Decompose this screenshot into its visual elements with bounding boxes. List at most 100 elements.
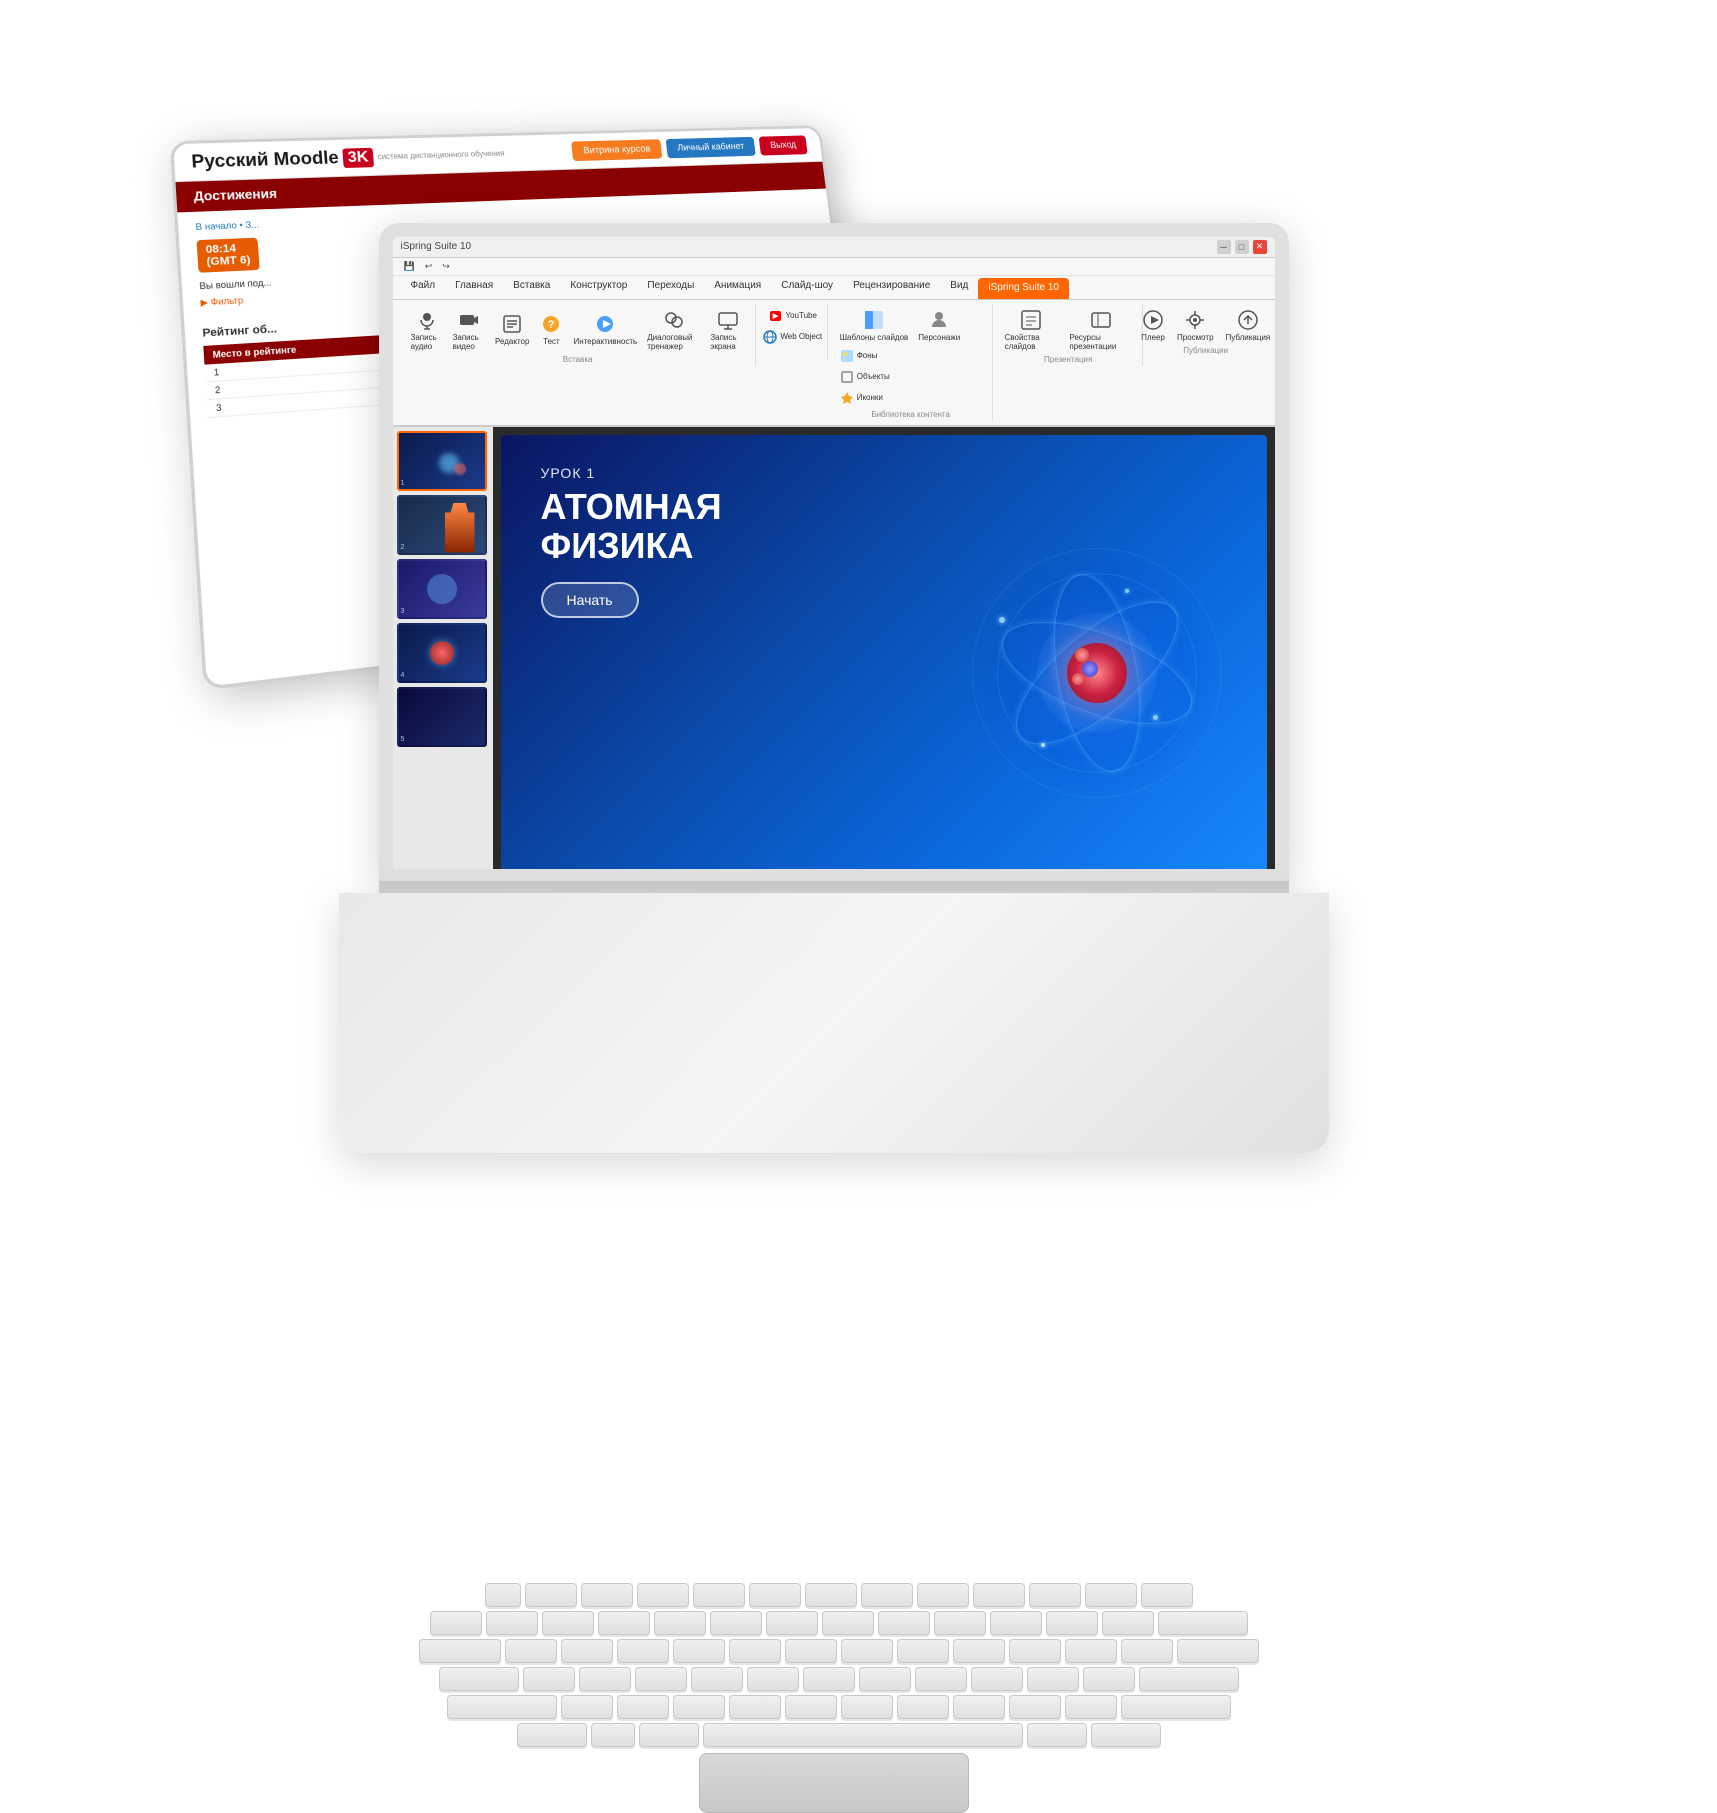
- key-r[interactable]: [673, 1639, 725, 1663]
- test-button[interactable]: ? Тест: [535, 310, 567, 348]
- slide-thumbnails-panel[interactable]: 1 2 3: [393, 427, 493, 869]
- key-period[interactable]: [1009, 1695, 1061, 1719]
- key-f2[interactable]: [581, 1583, 633, 1607]
- preview-button[interactable]: Просмотр: [1173, 306, 1218, 344]
- vitrina-button[interactable]: Витрина курсов: [571, 139, 662, 161]
- key-f10[interactable]: [1029, 1583, 1081, 1607]
- tab-animation[interactable]: Анимация: [704, 276, 771, 299]
- trackpad[interactable]: [699, 1753, 969, 1813]
- objects-button[interactable]: Объекты: [836, 367, 893, 387]
- minimize-button[interactable]: ─: [1217, 240, 1231, 254]
- key-e[interactable]: [617, 1639, 669, 1663]
- key-3[interactable]: [598, 1611, 650, 1635]
- key-ctrl-right[interactable]: [1091, 1723, 1161, 1747]
- key-g[interactable]: [747, 1667, 799, 1691]
- tab-home[interactable]: Главная: [445, 276, 503, 299]
- key-0[interactable]: [990, 1611, 1042, 1635]
- key-esc[interactable]: [485, 1583, 521, 1607]
- key-a[interactable]: [523, 1667, 575, 1691]
- record-screen-button[interactable]: Запись экрана: [706, 306, 748, 353]
- key-f8[interactable]: [917, 1583, 969, 1607]
- record-audio-button[interactable]: Запись аудио: [407, 306, 447, 353]
- slide-thumb-4[interactable]: 4: [397, 623, 487, 683]
- key-7[interactable]: [822, 1611, 874, 1635]
- key-l[interactable]: [971, 1667, 1023, 1691]
- key-fn[interactable]: [591, 1723, 635, 1747]
- key-space[interactable]: [703, 1723, 1023, 1747]
- web-object-button[interactable]: Web Object: [759, 327, 825, 347]
- key-f12[interactable]: [1141, 1583, 1193, 1607]
- exit-button[interactable]: Выход: [758, 135, 807, 155]
- tab-ispring[interactable]: iSpring Suite 10: [978, 278, 1069, 299]
- characters-button[interactable]: Персонажи: [914, 306, 964, 344]
- key-f11[interactable]: [1085, 1583, 1137, 1607]
- key-f1[interactable]: [525, 1583, 577, 1607]
- slide-main-canvas[interactable]: УРОК 1 АТОМНАЯ ФИЗИКА Начать: [493, 427, 1275, 869]
- key-minus[interactable]: [1046, 1611, 1098, 1635]
- undo-quick-button[interactable]: ↩: [422, 260, 436, 273]
- key-f4[interactable]: [693, 1583, 745, 1607]
- key-ctrl-left[interactable]: [517, 1723, 587, 1747]
- key-v[interactable]: [729, 1695, 781, 1719]
- key-slash[interactable]: [1065, 1695, 1117, 1719]
- key-p[interactable]: [1009, 1639, 1061, 1663]
- key-4[interactable]: [654, 1611, 706, 1635]
- key-u[interactable]: [841, 1639, 893, 1663]
- icons-button[interactable]: Иконки: [836, 388, 893, 408]
- key-o[interactable]: [953, 1639, 1005, 1663]
- key-f6[interactable]: [805, 1583, 857, 1607]
- key-d[interactable]: [635, 1667, 687, 1691]
- tab-transitions[interactable]: Переходы: [637, 276, 704, 299]
- key-shift-left[interactable]: [447, 1695, 557, 1719]
- publish-button[interactable]: Публикация: [1222, 306, 1275, 344]
- key-m[interactable]: [897, 1695, 949, 1719]
- backgrounds-button[interactable]: Фоны: [836, 346, 893, 366]
- tab-file[interactable]: Файл: [401, 276, 446, 299]
- key-tab[interactable]: [419, 1639, 501, 1663]
- resources-button[interactable]: Ресурсы презентации: [1065, 306, 1135, 353]
- key-backtick[interactable]: [430, 1611, 482, 1635]
- key-6[interactable]: [766, 1611, 818, 1635]
- editor-button[interactable]: Редактор: [491, 310, 533, 348]
- key-z[interactable]: [561, 1695, 613, 1719]
- cabinet-button[interactable]: Личный кабинет: [665, 136, 755, 158]
- tab-view[interactable]: Вид: [940, 276, 978, 299]
- slide-thumb-1[interactable]: 1: [397, 431, 487, 491]
- slide-thumb-3[interactable]: 3: [397, 559, 487, 619]
- redo-quick-button[interactable]: ↪: [439, 260, 453, 273]
- key-s[interactable]: [579, 1667, 631, 1691]
- key-5[interactable]: [710, 1611, 762, 1635]
- key-shift-right[interactable]: [1121, 1695, 1231, 1719]
- slide-templates-button[interactable]: Шаблоны слайдов: [836, 306, 913, 344]
- key-f5[interactable]: [749, 1583, 801, 1607]
- slide-start-button[interactable]: Начать: [541, 582, 639, 618]
- key-quote[interactable]: [1083, 1667, 1135, 1691]
- key-i[interactable]: [897, 1639, 949, 1663]
- key-y[interactable]: [785, 1639, 837, 1663]
- close-button[interactable]: ✕: [1253, 240, 1267, 254]
- key-2[interactable]: [542, 1611, 594, 1635]
- key-1[interactable]: [486, 1611, 538, 1635]
- key-k[interactable]: [915, 1667, 967, 1691]
- key-alt-left[interactable]: [639, 1723, 699, 1747]
- key-x[interactable]: [617, 1695, 669, 1719]
- key-semicolon[interactable]: [1027, 1667, 1079, 1691]
- key-j[interactable]: [859, 1667, 911, 1691]
- tab-insert[interactable]: Вставка: [503, 276, 560, 299]
- maximize-button[interactable]: □: [1235, 240, 1249, 254]
- key-w[interactable]: [561, 1639, 613, 1663]
- key-equals[interactable]: [1102, 1611, 1154, 1635]
- slide-properties-button[interactable]: Свойства слайдов: [1001, 306, 1062, 353]
- key-f[interactable]: [691, 1667, 743, 1691]
- tab-review[interactable]: Рецензирование: [843, 276, 940, 299]
- save-quick-button[interactable]: 💾: [401, 260, 418, 273]
- tab-design[interactable]: Конструктор: [560, 276, 637, 299]
- key-q[interactable]: [505, 1639, 557, 1663]
- key-comma[interactable]: [953, 1695, 1005, 1719]
- key-caps[interactable]: [439, 1667, 519, 1691]
- dialog-trainer-button[interactable]: Диалоговый тренажер: [643, 306, 704, 353]
- key-backspace[interactable]: [1158, 1611, 1248, 1635]
- slide-thumb-5[interactable]: 5: [397, 687, 487, 747]
- interactivity-button[interactable]: Интерактивность: [569, 310, 641, 348]
- key-b[interactable]: [785, 1695, 837, 1719]
